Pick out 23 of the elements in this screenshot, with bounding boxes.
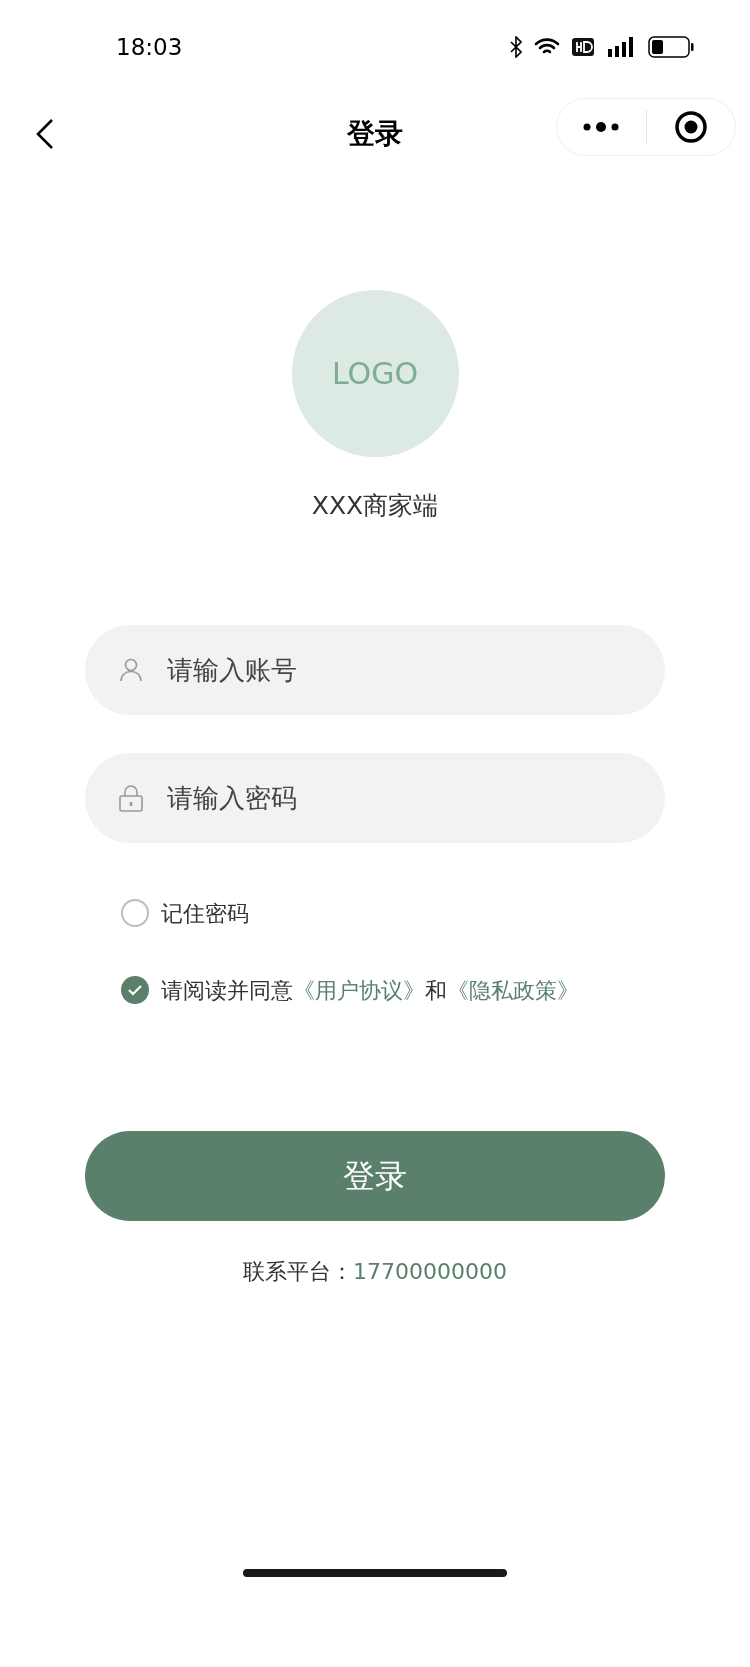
checkbox[interactable] xyxy=(121,976,149,1004)
contact-text: 联系平台：17700000000 xyxy=(243,1257,507,1286)
remember-label: 记住密码 xyxy=(161,899,249,928)
signal-icon xyxy=(606,35,636,59)
privacy-policy-link[interactable]: 《隐私政策》 xyxy=(447,977,579,1003)
check-icon xyxy=(127,984,143,996)
status-time: 18:03 xyxy=(116,32,183,62)
phone-link[interactable]: 17700000000 xyxy=(353,1258,507,1284)
login-button[interactable]: 登录 xyxy=(85,1130,665,1221)
logo-text: LOGO xyxy=(331,355,419,393)
page-title: 登录 xyxy=(347,116,403,152)
input-field[interactable]: 请输入密码 xyxy=(85,752,665,843)
lock-icon xyxy=(119,783,143,812)
brand-name: XXX商家端 xyxy=(311,490,439,522)
bluetooth-icon xyxy=(510,36,522,58)
target-icon xyxy=(673,110,708,144)
user-agreement-link[interactable]: 《用户协议》 xyxy=(293,977,425,1003)
hd-icon xyxy=(572,38,594,56)
checkbox[interactable] xyxy=(121,899,149,927)
input-field[interactable]: 请输入账号 xyxy=(85,624,665,715)
agreement-text: 请阅读并同意《用户协议》和《隐私政策》 xyxy=(161,976,579,1005)
user-icon xyxy=(120,657,142,682)
battery-icon xyxy=(648,36,694,58)
